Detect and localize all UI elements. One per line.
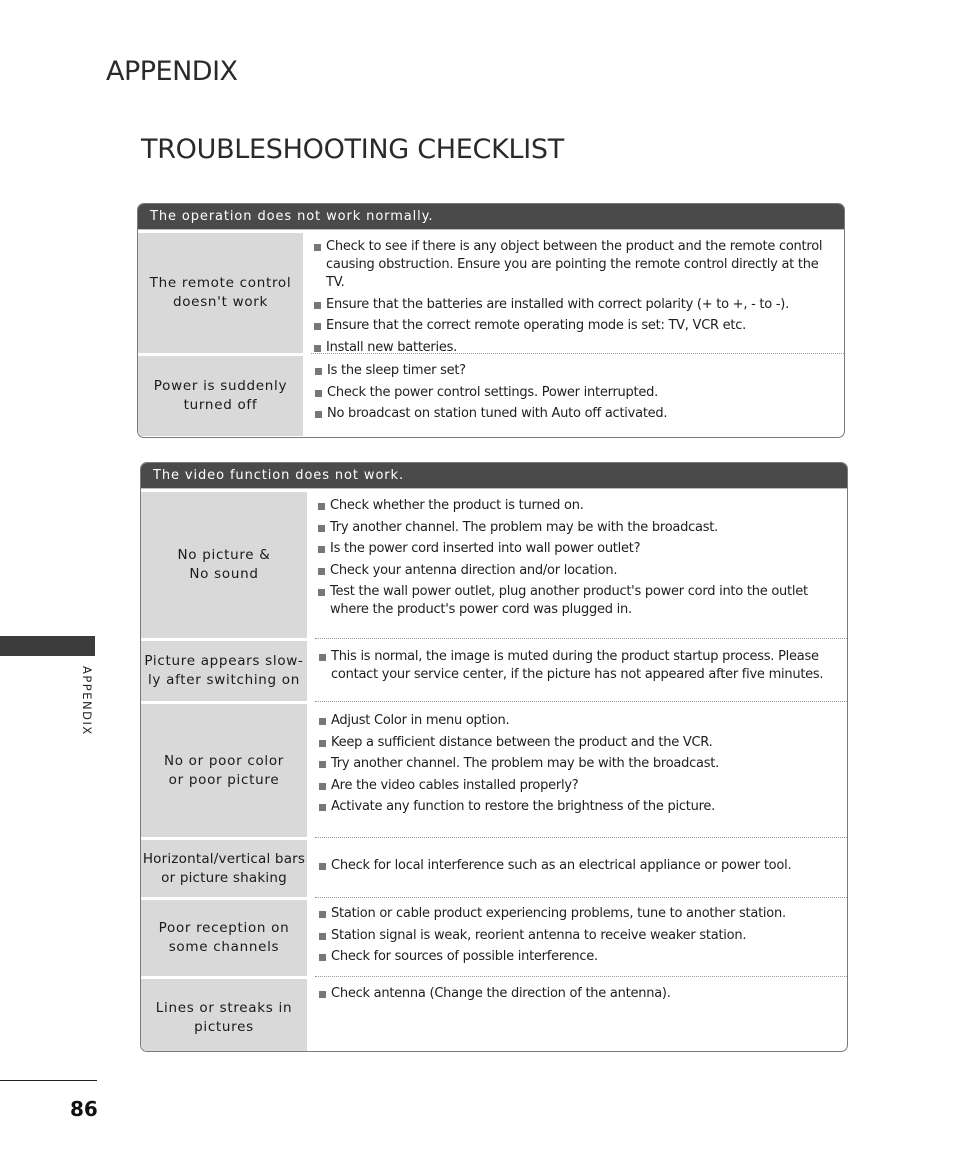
checklist-row-poor-color: No or poor color or poor picture Adjust … <box>141 701 847 837</box>
solution-item: Ensure that the batteries are installed … <box>313 296 836 314</box>
section-heading: The operation does not work normally. <box>138 204 844 230</box>
solution-list: Station or cable product experiencing pr… <box>315 897 847 976</box>
checklist-row-no-picture: No picture & No sound Check whether the … <box>141 489 847 638</box>
solution-list: Check to see if there is any object betw… <box>303 230 844 355</box>
solution-item: Check whether the product is turned on. <box>317 497 839 515</box>
solution-item: Check to see if there is any object betw… <box>313 238 836 292</box>
solution-item: Station signal is weak, reorient antenna… <box>318 927 839 945</box>
page-title: TROUBLESHOOTING CHECKLIST <box>141 134 564 165</box>
problem-label: No picture & No sound <box>141 489 307 638</box>
solution-list: This is normal, the image is muted durin… <box>315 638 847 701</box>
checklist-row-slow-picture: Picture appears slow-ly after switching … <box>141 638 847 701</box>
solution-list: Check for local interference such as an … <box>315 837 847 897</box>
solution-item: Is the sleep timer set? <box>314 362 836 380</box>
checklist-row-lines-streaks: Lines or streaks in pictures Check anten… <box>141 976 847 1051</box>
solution-list: Check whether the product is turned on. … <box>307 489 847 638</box>
checklist-row-power: Power is suddenly turned off Is the slee… <box>138 353 844 436</box>
problem-label: The remote control doesn't work <box>138 230 303 353</box>
solution-item: Try another channel. The problem may be … <box>318 755 839 773</box>
footer-divider <box>0 1080 97 1081</box>
solution-item: No broadcast on station tuned with Auto … <box>314 405 836 423</box>
solution-item: Station or cable product experiencing pr… <box>318 905 839 923</box>
problem-label: Picture appears slow-ly after switching … <box>141 638 307 701</box>
checklist-row-bars-shaking: Horizontal/vertical bars or picture shak… <box>141 837 847 897</box>
solution-list: Adjust Color in menu option. Keep a suff… <box>315 701 847 837</box>
problem-label: Power is suddenly turned off <box>138 353 303 436</box>
problem-label: Lines or streaks in pictures <box>141 976 307 1051</box>
checklist-section-operation: The operation does not work normally. Th… <box>137 203 845 438</box>
solution-item: Activate any function to restore the bri… <box>318 798 839 816</box>
section-heading: The video function does not work. <box>141 463 847 489</box>
solution-item: Check antenna (Change the direction of t… <box>318 985 839 1003</box>
solution-item: Check for local interference such as an … <box>318 857 839 875</box>
side-tab-marker <box>0 636 95 656</box>
checklist-row-poor-reception: Poor reception on some channels Station … <box>141 897 847 976</box>
problem-label: Poor reception on some channels <box>141 897 307 976</box>
solution-list: Check antenna (Change the direction of t… <box>315 976 847 1051</box>
solution-item: Are the video cables installed properly? <box>318 777 839 795</box>
checklist-row-remote: The remote control doesn't work Check to… <box>138 230 844 355</box>
section-title: APPENDIX <box>106 56 238 87</box>
side-tab-label: APPENDIX <box>80 666 94 736</box>
problem-label: Horizontal/vertical bars or picture shak… <box>141 837 307 897</box>
solution-item: Test the wall power outlet, plug another… <box>317 583 839 619</box>
solution-item: Adjust Color in menu option. <box>318 712 839 730</box>
problem-label: No or poor color or poor picture <box>141 701 307 837</box>
page-number: 86 <box>70 1097 98 1121</box>
solution-item: Check the power control settings. Power … <box>314 384 836 402</box>
checklist-section-video: The video function does not work. No pic… <box>140 462 848 1052</box>
solution-item: Check for sources of possible interferen… <box>318 948 839 966</box>
solution-item: Keep a sufficient distance between the p… <box>318 734 839 752</box>
solution-item: Is the power cord inserted into wall pow… <box>317 540 839 558</box>
solution-item: This is normal, the image is muted durin… <box>318 648 839 684</box>
solution-item: Ensure that the correct remote operating… <box>313 317 836 335</box>
solution-item: Check your antenna direction and/or loca… <box>317 562 839 580</box>
solution-item: Try another channel. The problem may be … <box>317 519 839 537</box>
solution-list: Is the sleep timer set? Check the power … <box>311 353 844 436</box>
